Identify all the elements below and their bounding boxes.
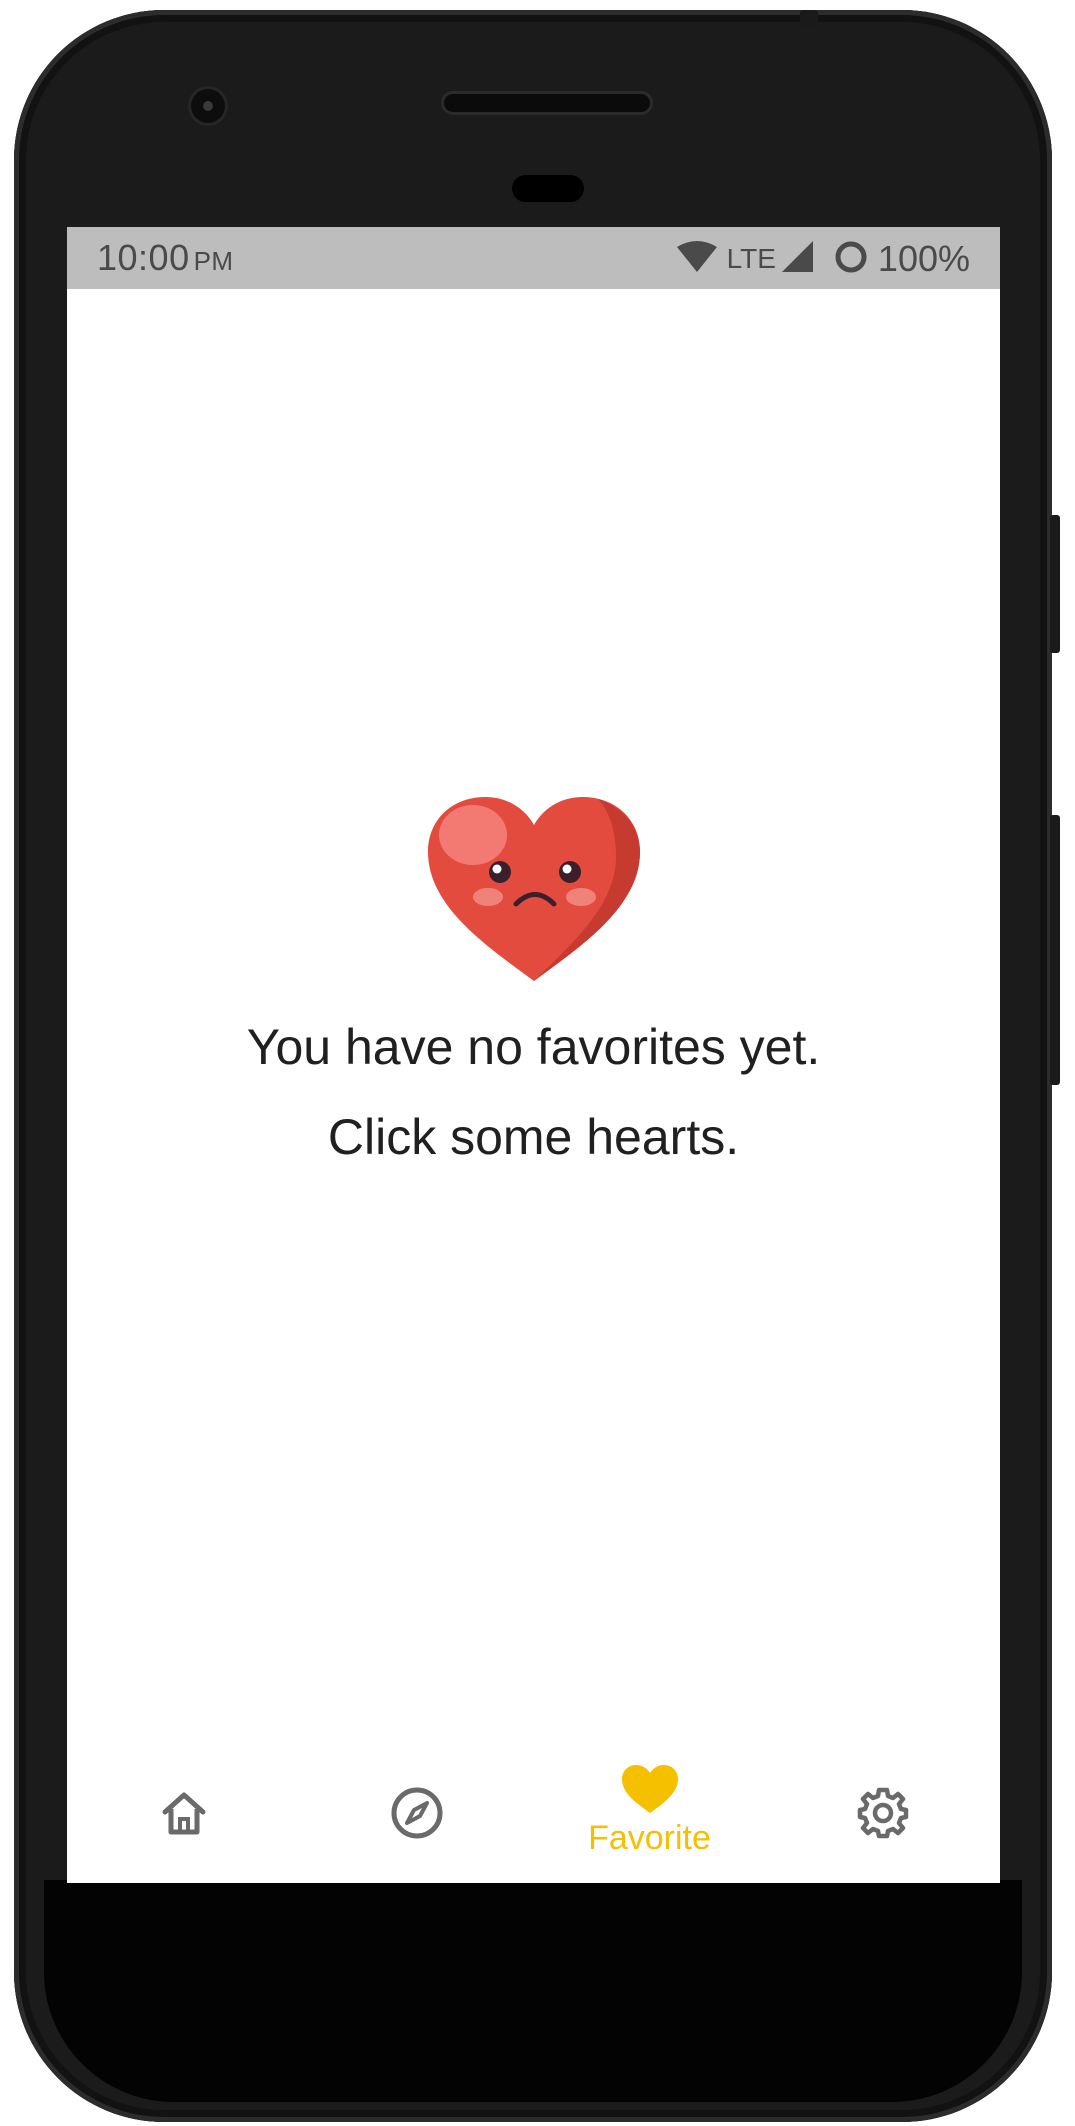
nav-home[interactable] <box>67 1747 300 1883</box>
heart-icon <box>621 1765 678 1818</box>
status-icons: LTE 100% <box>676 237 970 281</box>
battery-saver-icon <box>834 240 868 279</box>
power-button <box>1050 815 1060 1085</box>
empty-hint: Click some hearts. <box>327 1109 740 1165</box>
signal-icon <box>781 240 814 278</box>
battery-percent: 100% <box>877 238 970 279</box>
volume-button <box>1050 515 1060 653</box>
front-camera <box>191 89 225 123</box>
app-screen: 10:00 PM LTE 100% You have no favorites … <box>67 227 1000 1883</box>
sad-heart-illustration <box>427 797 640 981</box>
compass-icon <box>390 1786 444 1845</box>
nav-settings[interactable] <box>766 1747 999 1883</box>
bottom-navigation: Favorite <box>67 1747 1000 1883</box>
nav-favorite[interactable]: Favorite <box>533 1747 766 1883</box>
home-icon <box>159 1788 209 1843</box>
top-button <box>800 10 818 28</box>
wifi-icon <box>676 240 717 278</box>
status-time-value: 10:00 <box>97 237 190 278</box>
nav-explore[interactable] <box>300 1747 533 1883</box>
gear-icon <box>856 1786 910 1845</box>
network-type: LTE <box>726 243 776 274</box>
nav-favorite-label: Favorite <box>588 1819 711 1857</box>
status-time: 10:00 PM <box>97 237 234 279</box>
proximity-sensor <box>512 175 584 202</box>
status-bar: 10:00 PM LTE 100% <box>67 227 1000 289</box>
status-time-ampm: PM <box>193 246 234 276</box>
earpiece-speaker <box>444 94 650 112</box>
empty-message: You have no favorites yet. <box>246 1019 821 1075</box>
phone-chin <box>44 1880 1022 2102</box>
empty-favorites-state: You have no favorites yet. Click some he… <box>67 797 1000 1167</box>
